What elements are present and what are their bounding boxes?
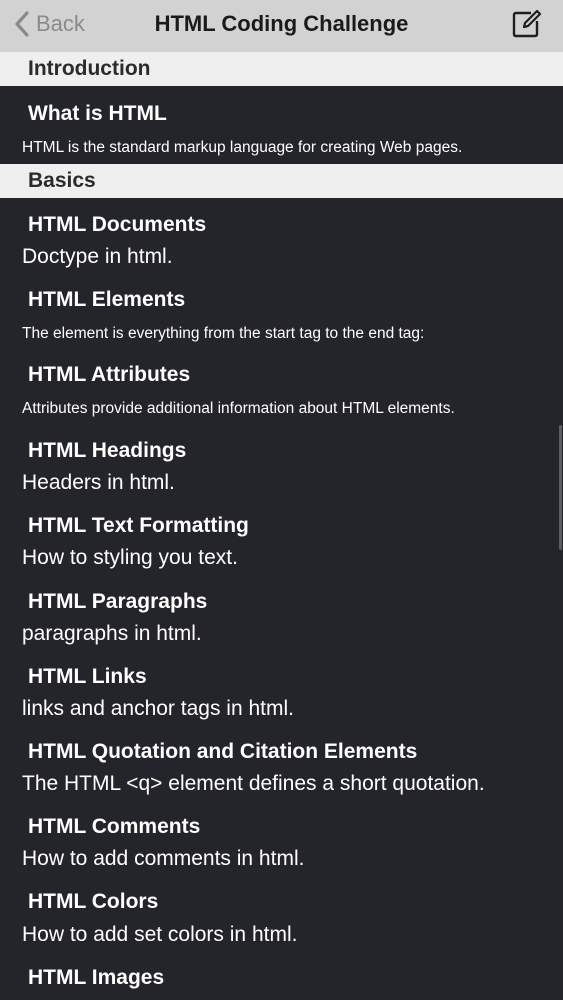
navigation-bar: Back HTML Coding Challenge	[0, 0, 563, 52]
list-item-title: HTML Text Formatting	[28, 514, 249, 537]
list-item-subtitle: HTML is the standard markup language for…	[22, 139, 463, 156]
list-item-html-attributes[interactable]: HTML Attributes Attributes provide addit…	[0, 348, 563, 423]
list-item-title: HTML Quotation and Citation Elements	[28, 740, 418, 763]
list-item-subtitle: Doctype in html.	[22, 245, 173, 268]
compose-button[interactable]	[511, 7, 543, 39]
compose-icon	[511, 9, 543, 43]
list-item-subtitle: How to styling you text.	[22, 546, 238, 569]
list-item-title: HTML Documents	[28, 213, 207, 236]
list-item-html-links[interactable]: HTML Links links and anchor tags in html…	[0, 648, 563, 723]
list-item-title: HTML Headings	[28, 439, 187, 462]
list-item-html-images[interactable]: HTML Images	[0, 950, 563, 1000]
list-item-subtitle: links and anchor tags in html.	[22, 697, 294, 720]
screen: Back HTML Coding Challenge Introduction …	[0, 0, 563, 1000]
list-item-subtitle: How to add comments in html.	[22, 847, 305, 870]
section-header-introduction: Introduction	[0, 52, 563, 86]
list-item-title: HTML Paragraphs	[28, 590, 208, 613]
list-item-subtitle: paragraphs in html.	[22, 622, 202, 645]
list-item-title: HTML Images	[28, 966, 165, 989]
back-label: Back	[36, 11, 85, 36]
list-item-html-paragraphs[interactable]: HTML Paragraphs paragraphs in html.	[0, 573, 563, 648]
list-item-html-headings[interactable]: HTML Headings Headers in html.	[0, 423, 563, 498]
list-item-title: HTML Comments	[28, 815, 201, 838]
list-item-title: HTML Attributes	[28, 363, 191, 386]
list-item-html-quotation[interactable]: HTML Quotation and Citation Elements The…	[0, 723, 563, 799]
list-item-html-comments[interactable]: HTML Comments How to add comments in htm…	[0, 799, 563, 874]
list-item-subtitle: Attributes provide additional informatio…	[22, 400, 455, 417]
scroll-indicator[interactable]	[559, 425, 562, 550]
back-button[interactable]: Back	[14, 8, 85, 40]
list-item-what-is-html[interactable]: What is HTML HTML is the standard markup…	[0, 86, 563, 164]
list-item-title: What is HTML	[28, 102, 167, 125]
list-item-title: HTML Elements	[28, 288, 186, 311]
list-item-subtitle: Headers in html.	[22, 471, 175, 494]
list-item-subtitle: The HTML <q> element defines a short quo…	[22, 772, 485, 795]
chevron-left-icon	[14, 10, 30, 38]
list-item-title: HTML Colors	[28, 890, 159, 913]
list-item-html-elements[interactable]: HTML Elements The element is everything …	[0, 273, 563, 348]
list-item-html-colors[interactable]: HTML Colors How to add set colors in htm…	[0, 874, 563, 950]
list-item-html-text-formatting[interactable]: HTML Text Formatting How to styling you …	[0, 498, 563, 573]
list-item-subtitle: How to add set colors in html.	[22, 923, 298, 946]
list-item-html-documents[interactable]: HTML Documents Doctype in html.	[0, 198, 563, 273]
section-header-basics: Basics	[0, 164, 563, 198]
list-item-subtitle: The element is everything from the start…	[22, 325, 425, 342]
list-item-title: HTML Links	[28, 665, 147, 688]
